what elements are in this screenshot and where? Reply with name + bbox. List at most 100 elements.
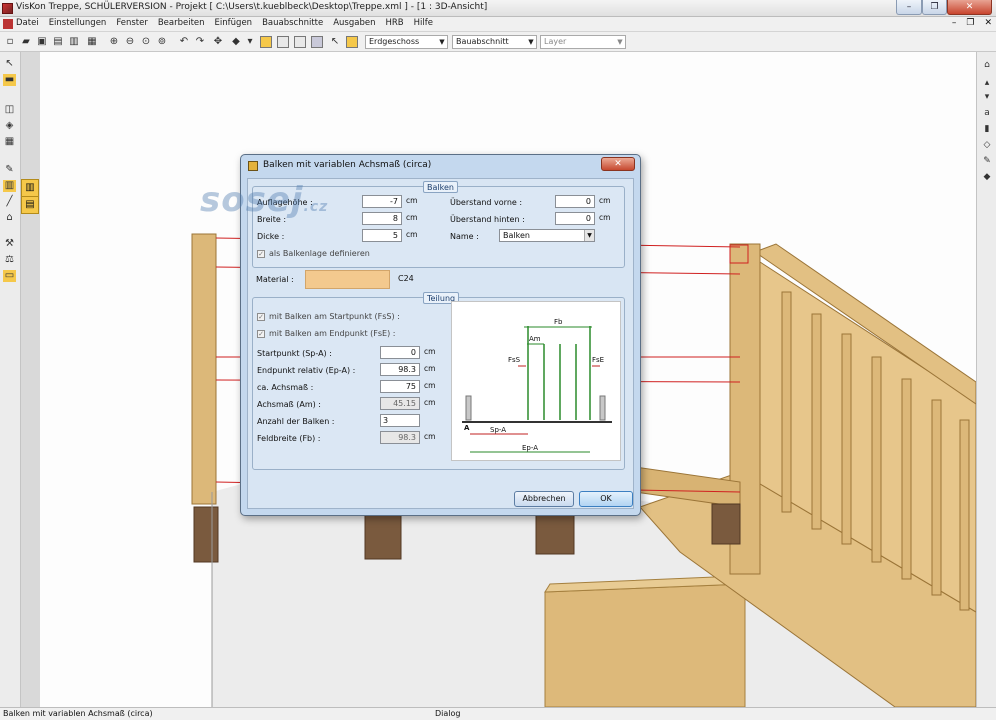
- select-cursor-icon[interactable]: ↖: [329, 36, 341, 48]
- name-select-value: Balken: [503, 231, 530, 240]
- name-select[interactable]: Balken ▼: [499, 229, 595, 242]
- startpunkt-field[interactable]: 0: [380, 346, 420, 359]
- move-icon[interactable]: ✥: [212, 36, 224, 48]
- print-preview-icon[interactable]: ▥: [68, 36, 80, 48]
- close-window-button[interactable]: ✕: [947, 0, 992, 15]
- ueberstand-vorne-field[interactable]: 0: [555, 195, 595, 208]
- ok-button[interactable]: OK: [579, 491, 633, 507]
- mdi-minimize-button[interactable]: –: [952, 18, 957, 28]
- home-icon[interactable]: ⌂: [981, 60, 993, 71]
- start-beam-checkbox[interactable]: ✓: [257, 313, 265, 321]
- edit-icon[interactable]: ✎: [981, 156, 993, 167]
- layer-select[interactable]: Layer ▼: [540, 35, 626, 49]
- fse-label: FsE: [592, 356, 604, 364]
- menu-einfuegen[interactable]: Einfügen: [215, 18, 253, 28]
- mdi-close-button[interactable]: ✕: [984, 18, 992, 28]
- section-select[interactable]: Bauabschnitt ▼: [452, 35, 537, 49]
- menu-datei[interactable]: Datei: [16, 18, 39, 28]
- chevron-down-icon: ▼: [439, 38, 445, 46]
- minimize-button[interactable]: –: [896, 0, 922, 15]
- layers-icon[interactable]: ◈: [3, 120, 16, 132]
- achsmass-unit: cm: [424, 398, 436, 407]
- feldbreite-unit: cm: [424, 432, 436, 441]
- menu-fenster[interactable]: Fenster: [116, 18, 148, 28]
- beam-variable-icon[interactable]: [346, 36, 358, 48]
- menu-einstellungen[interactable]: Einstellungen: [49, 18, 107, 28]
- startpunkt-label: Startpunkt (Sp-A) :: [257, 349, 332, 358]
- open-folder-icon[interactable]: ▰: [20, 36, 32, 48]
- dicke-field[interactable]: 5: [362, 229, 402, 242]
- export-icon[interactable]: ▦: [86, 36, 98, 48]
- dialog-title: Balken mit variablen Achsmaß (circa): [263, 160, 432, 170]
- status-mode: Dialog: [435, 709, 461, 718]
- line-icon[interactable]: ╱: [3, 196, 16, 208]
- mdi-restore-button[interactable]: ❐: [966, 18, 974, 28]
- ueberstand-vorne-label: Überstand vorne :: [450, 198, 523, 207]
- menu-hilfe[interactable]: Hilfe: [414, 18, 433, 28]
- menu-bauabschnitte[interactable]: Bauabschnitte: [262, 18, 323, 28]
- foundation-block: [711, 503, 741, 545]
- document-icon[interactable]: [3, 19, 13, 29]
- ruler-icon[interactable]: ▬: [3, 74, 16, 86]
- cancel-button[interactable]: Abbrechen: [514, 491, 574, 507]
- beam-axis-tool-icon[interactable]: ▤: [21, 196, 39, 214]
- scroll-up-icon[interactable]: ▴: [981, 78, 993, 89]
- endpunkt-field[interactable]: 98.3: [380, 363, 420, 376]
- material-label: Material :: [256, 275, 294, 284]
- zoom-all-icon[interactable]: ⊚: [156, 36, 168, 48]
- end-beam-checkbox[interactable]: ✓: [257, 330, 265, 338]
- lock-icon[interactable]: ⌂: [3, 212, 16, 224]
- balkenlage-checkbox[interactable]: ✓: [257, 250, 265, 258]
- zoom-window-icon[interactable]: ⊙: [140, 36, 152, 48]
- view-dropdown-icon[interactable]: ▾: [244, 36, 256, 48]
- watermark: sosej.cz: [200, 180, 328, 220]
- stair-tool-icon[interactable]: [260, 36, 272, 48]
- print-icon[interactable]: ▤: [52, 36, 64, 48]
- breite-field[interactable]: 8: [362, 212, 402, 225]
- menu-bearbeiten[interactable]: Bearbeiten: [158, 18, 205, 28]
- scroll-down-icon[interactable]: ▾: [981, 92, 993, 103]
- spa-label: Sp-A: [490, 426, 506, 434]
- eraser-icon[interactable]: ◇: [981, 140, 993, 151]
- dialog-body: Balken Auflagehöhe : -7 cm Breite : 8 cm…: [247, 178, 634, 509]
- new-file-icon[interactable]: ▫: [4, 36, 16, 48]
- paint-icon[interactable]: ✎: [3, 164, 16, 176]
- snap-icon[interactable]: ◆: [981, 172, 993, 183]
- zoom-in-icon[interactable]: ⊕: [108, 36, 120, 48]
- beam-tool-icon[interactable]: [277, 36, 289, 48]
- text-icon[interactable]: a: [981, 108, 993, 119]
- save-icon[interactable]: ▣: [36, 36, 48, 48]
- tools-icon[interactable]: ⚒: [3, 238, 16, 250]
- achsmass-ca-unit: cm: [424, 381, 436, 390]
- measure-tool-icon[interactable]: [311, 36, 323, 48]
- ueberstand-hinten-label: Überstand hinten :: [450, 215, 525, 224]
- undo-icon[interactable]: ↶: [178, 36, 190, 48]
- scale-icon[interactable]: ⚖: [3, 254, 16, 266]
- redo-icon[interactable]: ↷: [194, 36, 206, 48]
- beam-icon[interactable]: ▥: [3, 180, 16, 192]
- frame-icon[interactable]: ◫: [3, 104, 16, 116]
- material-value: C24: [398, 274, 414, 283]
- beam-variable-tool-icon[interactable]: ▥: [21, 179, 39, 197]
- menu-ausgaben[interactable]: Ausgaben: [333, 18, 375, 28]
- maximize-button[interactable]: ❐: [922, 0, 947, 15]
- anzahl-field[interactable]: 3: [380, 414, 420, 427]
- menu-hrb[interactable]: HRB: [385, 18, 403, 28]
- dicke-label: Dicke :: [257, 232, 285, 241]
- material-swatch[interactable]: [305, 270, 390, 289]
- measure-icon[interactable]: ▭: [3, 270, 16, 282]
- zoom-out-icon[interactable]: ⊖: [124, 36, 136, 48]
- ueberstand-hinten-unit: cm: [599, 213, 611, 222]
- auflagehoehe-field[interactable]: -7: [362, 195, 402, 208]
- cube-view-icon[interactable]: ◆: [230, 36, 242, 48]
- dialog-close-button[interactable]: ✕: [601, 157, 635, 171]
- achsmass-ca-field[interactable]: 75: [380, 380, 420, 393]
- ueberstand-vorne-unit: cm: [599, 196, 611, 205]
- pointer-icon[interactable]: ↖: [3, 58, 16, 70]
- book-icon[interactable]: ▮: [981, 124, 993, 135]
- railing-tool-icon[interactable]: [294, 36, 306, 48]
- floor-select[interactable]: Erdgeschoss ▼: [365, 35, 448, 49]
- am-label: Am: [529, 335, 541, 343]
- ueberstand-hinten-field[interactable]: 0: [555, 212, 595, 225]
- grid-icon[interactable]: ▦: [3, 136, 16, 148]
